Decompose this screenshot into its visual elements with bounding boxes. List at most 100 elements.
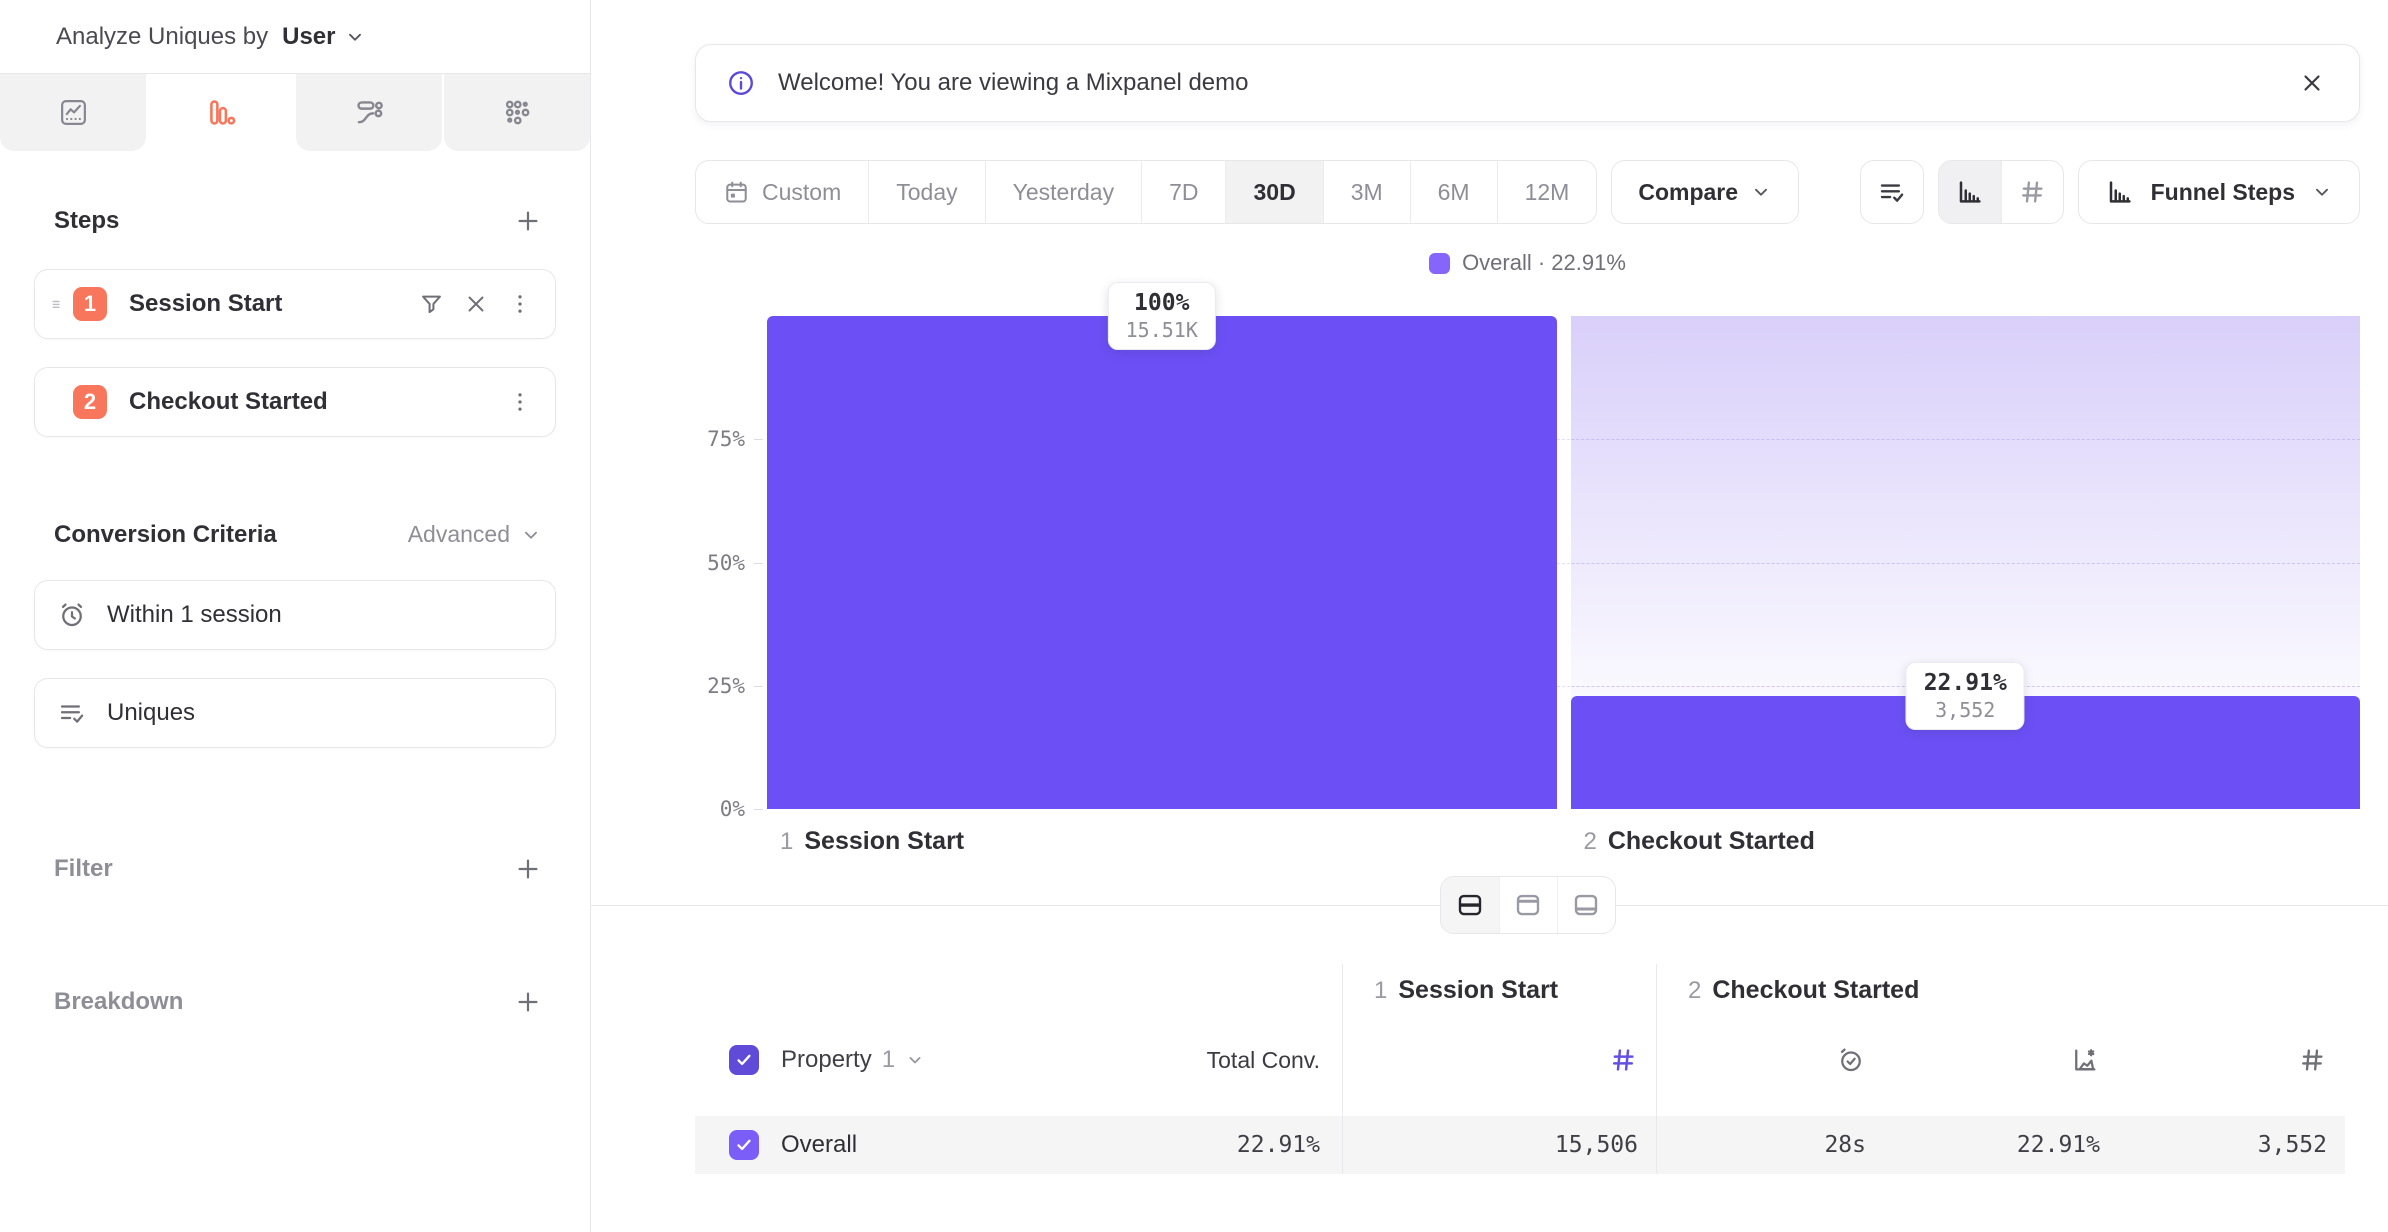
tab-funnels[interactable] bbox=[148, 74, 294, 151]
tab-flows[interactable] bbox=[296, 74, 442, 151]
add-filter-button[interactable] bbox=[510, 851, 546, 887]
kebab-menu-icon bbox=[507, 291, 533, 317]
session-start-count-value: 15,506 bbox=[1342, 1132, 1656, 1158]
kebab-menu-icon bbox=[507, 389, 533, 415]
hash-icon bbox=[1608, 1045, 1638, 1075]
funnel-step-column-1[interactable]: 100% 15.51K bbox=[767, 316, 1557, 809]
alarm-clock-icon bbox=[57, 600, 87, 630]
breakdown-title: Breakdown bbox=[54, 988, 183, 1016]
chevron-down-icon bbox=[344, 26, 366, 48]
banner-close-button[interactable] bbox=[2295, 66, 2329, 100]
funnel-plot-area: 75% 50% 25% 0% 100% 15.51K bbox=[767, 316, 2360, 809]
checkout-count-header[interactable] bbox=[2120, 1045, 2345, 1075]
y-axis-tickmark bbox=[754, 809, 763, 810]
drag-handle-icon[interactable] bbox=[49, 294, 69, 314]
y-axis-tick: 0% bbox=[720, 797, 745, 821]
list-check-icon bbox=[1877, 177, 1907, 207]
time-to-convert-header[interactable] bbox=[1656, 1045, 1886, 1075]
row-checkbox[interactable] bbox=[729, 1130, 759, 1160]
steps-section: Steps 1 Session Start bbox=[0, 203, 590, 437]
step-remove-button[interactable] bbox=[459, 287, 493, 321]
chevron-down-icon bbox=[905, 1050, 925, 1070]
step-index: 1 bbox=[1374, 977, 1387, 1005]
session-start-count-header[interactable] bbox=[1342, 1045, 1656, 1075]
filter-title: Filter bbox=[54, 855, 113, 883]
select-all-checkbox[interactable] bbox=[729, 1045, 759, 1075]
analyze-entity-value: User bbox=[282, 23, 335, 51]
hash-icon bbox=[2017, 177, 2047, 207]
layout-split-button[interactable] bbox=[1441, 877, 1499, 933]
value-display-toggle bbox=[1938, 160, 2064, 224]
total-conv-value: 22.91% bbox=[1237, 1132, 1320, 1158]
counting-method-card[interactable]: Uniques bbox=[34, 678, 556, 748]
add-breakdown-button[interactable] bbox=[510, 984, 546, 1020]
y-axis-tick: 75% bbox=[707, 427, 745, 451]
retention-dots-icon bbox=[502, 97, 533, 128]
step-more-button[interactable] bbox=[503, 385, 537, 419]
plus-icon bbox=[514, 988, 542, 1016]
date-range-30d[interactable]: 30D bbox=[1226, 161, 1323, 223]
funnel-view-dropdown[interactable]: Funnel Steps bbox=[2078, 160, 2360, 224]
filter-section: Filter bbox=[0, 851, 590, 887]
column-divider bbox=[1342, 964, 1343, 1174]
date-range-yesterday[interactable]: Yesterday bbox=[986, 161, 1142, 223]
date-range-today[interactable]: Today bbox=[869, 161, 985, 223]
step-more-button[interactable] bbox=[503, 287, 537, 321]
conversion-window-card[interactable]: Within 1 session bbox=[34, 580, 556, 650]
x-axis-step-2: 2 Checkout Started bbox=[1571, 827, 2361, 856]
y-axis-tickmark bbox=[754, 686, 763, 687]
conversion-rate-header[interactable] bbox=[1886, 1045, 2120, 1075]
date-range-custom[interactable]: Custom bbox=[696, 161, 869, 223]
legend-swatch bbox=[1429, 253, 1450, 274]
table-group-header-row: 1 Session Start 2 Checkout Started bbox=[695, 964, 2345, 1016]
step-card-1[interactable]: 1 Session Start bbox=[34, 269, 556, 339]
date-range-7d[interactable]: 7D bbox=[1142, 161, 1226, 223]
date-range-label: 7D bbox=[1169, 179, 1198, 206]
step-event-label[interactable]: Checkout Started bbox=[129, 388, 503, 416]
bar-chart-icon bbox=[2105, 177, 2135, 207]
date-range-12m[interactable]: 12M bbox=[1498, 161, 1597, 223]
show-bars-button[interactable] bbox=[1939, 161, 2001, 223]
step-card-2[interactable]: 2 Checkout Started bbox=[34, 367, 556, 437]
conversion-window-label: Within 1 session bbox=[107, 601, 282, 629]
flows-icon bbox=[354, 97, 385, 128]
step-event-label[interactable]: Session Start bbox=[129, 290, 414, 318]
breakdown-table: 1 Session Start 2 Checkout Started Prope… bbox=[695, 964, 2345, 1174]
report-type-tabs bbox=[0, 73, 590, 151]
row-name: Overall bbox=[781, 1131, 857, 1159]
analyze-by-row: Analyze Uniques by User bbox=[0, 0, 590, 73]
property-dropdown[interactable]: Property 1 bbox=[781, 1046, 925, 1074]
bar-value-tooltip: 22.91% 3,552 bbox=[1906, 662, 2025, 730]
date-range-3m[interactable]: 3M bbox=[1324, 161, 1411, 223]
layout-table-only-button[interactable] bbox=[1557, 877, 1615, 933]
funnel-view-label: Funnel Steps bbox=[2151, 179, 2295, 206]
y-axis-tick: 25% bbox=[707, 674, 745, 698]
date-range-label: 6M bbox=[1438, 179, 1470, 206]
step-index: 2 bbox=[1584, 828, 1597, 856]
column-divider bbox=[1656, 964, 1657, 1174]
layout-chart-only-button[interactable] bbox=[1499, 877, 1557, 933]
y-axis-tick: 50% bbox=[707, 551, 745, 575]
tab-insights[interactable] bbox=[0, 74, 146, 151]
tab-retention[interactable] bbox=[444, 74, 590, 151]
counting-method-label: Uniques bbox=[107, 699, 195, 727]
bar-count: 15.51K bbox=[1126, 318, 1198, 342]
advanced-dropdown[interactable]: Advanced bbox=[404, 517, 546, 552]
step-filter-button[interactable] bbox=[414, 287, 449, 322]
metric-uniques-button[interactable] bbox=[1860, 160, 1924, 224]
show-numbers-button[interactable] bbox=[2001, 161, 2063, 223]
compare-label: Compare bbox=[1638, 179, 1738, 206]
date-range-6m[interactable]: 6M bbox=[1411, 161, 1498, 223]
table-row-overall[interactable]: Overall 22.91% 15,506 28s 22.91% 3,552 bbox=[695, 1116, 2345, 1174]
funnel-step-column-2[interactable]: 22.91% 3,552 bbox=[1571, 316, 2361, 809]
add-step-button[interactable] bbox=[510, 203, 546, 239]
bar-count: 3,552 bbox=[1924, 698, 2007, 722]
analyze-by-label: Analyze Uniques by bbox=[56, 23, 268, 51]
step-index: 2 bbox=[1688, 977, 1701, 1005]
chart-display-controls: Funnel Steps bbox=[1860, 160, 2360, 224]
funnel-bar[interactable] bbox=[767, 316, 1557, 809]
total-conv-header[interactable]: Total Conv. bbox=[1207, 1047, 1320, 1074]
compare-dropdown[interactable]: Compare bbox=[1611, 160, 1799, 224]
alarm-check-icon bbox=[1836, 1045, 1866, 1075]
analyze-entity-dropdown[interactable]: User bbox=[282, 23, 365, 51]
